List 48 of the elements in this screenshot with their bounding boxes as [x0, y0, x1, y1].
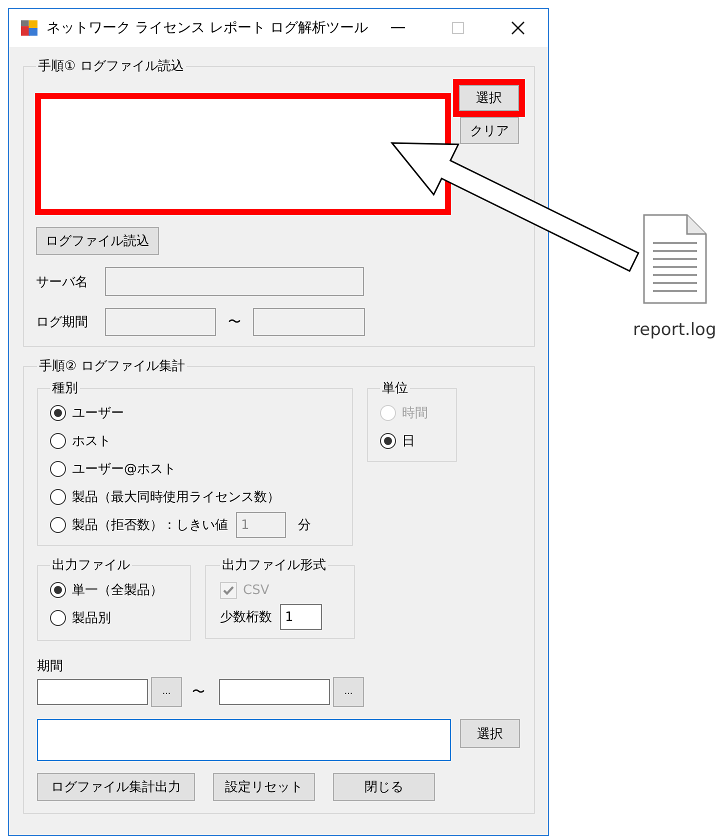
radio-button[interactable] [50, 489, 66, 505]
select-button[interactable]: 選択 [459, 85, 519, 111]
radio-option[interactable]: 製品別 [50, 604, 178, 632]
window-title: ネットワーク ライセンス レポート ログ解析ツール [46, 19, 368, 37]
group-legend: 手順② ログファイル集計 [37, 357, 187, 375]
start-date-field[interactable] [37, 679, 148, 705]
radio-button[interactable] [380, 433, 396, 449]
group-legend: 出力ファイル形式 [220, 556, 328, 574]
range-separator: 〜 [192, 684, 205, 701]
radio-option[interactable]: ユーザー [50, 399, 340, 427]
radio-button[interactable] [50, 433, 66, 449]
group-legend: 単位 [380, 379, 410, 397]
field-label: サーバ名 [36, 274, 89, 290]
radio-button[interactable] [50, 582, 66, 598]
field-label: 少数桁数 [220, 609, 272, 626]
end-date-field[interactable] [219, 679, 330, 705]
date-picker-button[interactable]: ... [151, 677, 182, 707]
unit-label: 分 [298, 517, 311, 534]
decimals-field[interactable]: 1 [280, 604, 322, 630]
group-legend: 種別 [50, 379, 80, 397]
field-label: 期間 [37, 658, 64, 675]
radio-option[interactable]: ホスト [50, 427, 340, 455]
date-picker-button[interactable]: ... [333, 677, 364, 707]
action-button[interactable]: ログファイル集計出力 [37, 773, 195, 801]
radio-button[interactable] [50, 610, 66, 626]
action-button[interactable]: 設定リセット [213, 773, 315, 801]
radio-option[interactable]: 製品（最大同時使用ライセンス数） [50, 483, 340, 511]
output-path-field[interactable] [37, 719, 451, 761]
file-list[interactable] [35, 93, 451, 215]
radio-option[interactable]: ユーザー@ホスト [50, 455, 340, 483]
radio-button[interactable] [50, 517, 66, 533]
group-legend: 出力ファイル [50, 556, 132, 574]
group-legend: 手順① ログファイル読込 [36, 57, 186, 75]
clear-button[interactable]: クリア [460, 117, 519, 144]
document-icon [642, 214, 707, 304]
field-label: ログ期間 [36, 314, 89, 331]
app-icon [21, 20, 38, 36]
file-name: report.log [633, 320, 716, 340]
radio-option[interactable]: 日 [380, 427, 444, 455]
select-button[interactable]: 選択 [460, 719, 520, 748]
radio-button[interactable] [50, 405, 66, 421]
radio-button[interactable] [50, 461, 66, 477]
action-button[interactable]: 閉じる [333, 773, 435, 801]
load-log-button[interactable]: ログファイル読込 [36, 227, 159, 255]
radio-option[interactable]: 単一（全製品） [50, 576, 178, 604]
range-separator: 〜 [228, 314, 241, 331]
checkmark-icon [223, 586, 234, 594]
radio-option[interactable]: 製品（拒否数）：しきい値 [50, 511, 228, 539]
